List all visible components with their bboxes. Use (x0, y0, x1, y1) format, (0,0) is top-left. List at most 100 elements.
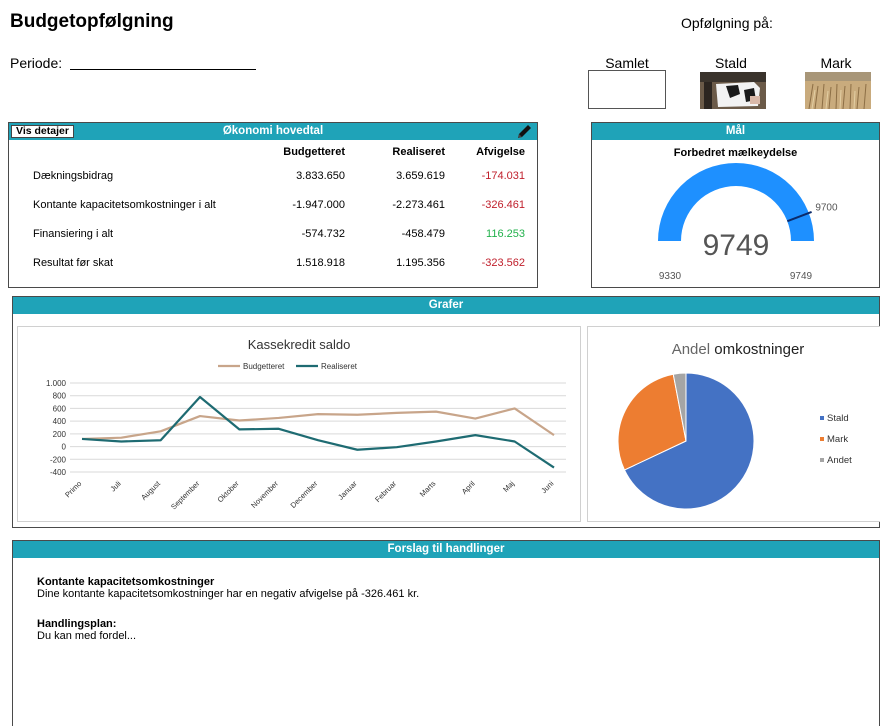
y-tick-label: 400 (53, 417, 67, 426)
pie-chart-title: Andel omkostninger (672, 341, 805, 358)
cow-photo-icon (700, 72, 766, 109)
table-header-real: Realiseret (392, 145, 445, 158)
x-tick-label: Februar (373, 479, 398, 504)
x-tick-label: Marts (418, 479, 438, 499)
y-tick-label: 200 (53, 430, 67, 439)
pie-chart-box: Andel omkostninger Stald Mark Andet (587, 326, 880, 522)
x-tick-label: Oktober (216, 479, 242, 505)
line-chart-title: Kassekredit saldo (248, 337, 351, 352)
table-header-empty (19, 142, 259, 161)
y-tick-label: 1.000 (46, 379, 67, 388)
legend-label: Budgetteret (243, 362, 285, 371)
row-afv: 116.253 (486, 227, 525, 240)
y-tick-label: -200 (50, 455, 67, 464)
row-budget: 3.833.650 (296, 169, 345, 182)
row-real: 1.195.356 (396, 256, 445, 269)
y-tick-label: 600 (53, 404, 67, 413)
okonomi-header: Økonomi hovedtal (9, 123, 537, 140)
x-tick-label: Juni (539, 479, 555, 495)
maal-subtitle: Forbedret mælkeydelse (673, 147, 798, 159)
row-afv: -174.031 (481, 169, 525, 182)
legend-swatch (820, 437, 824, 441)
y-tick-label: -400 (50, 468, 67, 477)
gauge-target-label: 9700 (815, 202, 838, 213)
periode-label: Periode: (10, 55, 63, 71)
opfoelgning-label: Opfølgning på: (681, 15, 773, 31)
grafer-header: Grafer (13, 297, 879, 314)
row-budget: -1.947.000 (292, 198, 345, 211)
row-budget: -574.732 (301, 227, 345, 240)
x-tick-label: November (249, 479, 280, 510)
x-tick-label: December (289, 479, 320, 510)
table-row: Finansiering i alt -574.732 -458.479 116… (19, 219, 539, 248)
forslag-text-2: Du kan med fordel... (37, 629, 137, 642)
option-mark-button[interactable] (805, 72, 871, 109)
series-line-budgetteret (81, 407, 555, 441)
table-header-afv: Afvigelse (476, 145, 525, 158)
row-label: Dækningsbidrag (33, 169, 114, 182)
table-header-budget: Budgetteret (283, 145, 345, 158)
maal-gauge: 9749 9330 9749 9700 (658, 163, 838, 282)
periode-input-line[interactable] (70, 69, 256, 70)
legend-label: Stald (827, 413, 849, 424)
option-stald-button[interactable] (700, 72, 766, 109)
row-real: 3.659.619 (396, 169, 445, 182)
line-chart-x-axis: Primo Juli August September Oktober November D… (63, 478, 555, 511)
row-afv: -323.562 (481, 256, 525, 269)
field-photo-icon (805, 72, 871, 109)
okonomi-table: Budgetteret Realiseret Afvigelse Dækning… (19, 142, 539, 277)
forslag-heading-2: Handlingsplan: (37, 618, 117, 630)
x-tick-label: Januar (336, 479, 359, 502)
row-label: Resultat før skat (33, 256, 114, 269)
forslag-body: Kontante kapacitetsomkostninger Dine kon… (37, 576, 420, 642)
forslag-heading-1: Kontante kapacitetsomkostninger (37, 576, 215, 588)
row-real: -458.479 (401, 227, 445, 240)
option-stald-label: Stald (715, 55, 747, 71)
legend-label: Realiseret (321, 362, 358, 371)
line-chart-grid (70, 382, 566, 473)
row-budget: 1.518.918 (296, 256, 345, 269)
gauge-max-label: 9749 (790, 271, 813, 282)
legend-swatch (820, 458, 824, 462)
y-tick-label: 800 (53, 392, 67, 401)
option-samlet-label: Samlet (605, 55, 649, 71)
pie-chart-slices (617, 372, 755, 510)
row-label: Finansiering i alt (33, 227, 114, 240)
line-chart-series (81, 395, 555, 469)
x-tick-label: Maj (501, 479, 516, 494)
y-tick-label: 0 (62, 443, 67, 452)
table-row: Dækningsbidrag 3.833.650 3.659.619 -174.… (19, 161, 539, 190)
row-real: -2.273.461 (392, 198, 445, 211)
pie-chart-legend: Stald Mark Andet (820, 413, 852, 466)
x-tick-label: Primo (63, 479, 83, 499)
x-tick-label: August (139, 478, 163, 502)
pie-chart: Andel omkostninger Stald Mark Andet (617, 341, 852, 510)
okonomi-title: Økonomi hovedtal (222, 125, 324, 137)
option-mark-label: Mark (820, 55, 852, 71)
line-chart-box: Kassekredit saldo Budgetteret Realiseret … (17, 326, 581, 522)
line-chart: Kassekredit saldo Budgetteret Realiseret … (46, 337, 566, 511)
gauge-value: 9749 (703, 229, 770, 262)
legend-label: Mark (827, 434, 848, 445)
pie-title-part1: Andel (672, 341, 710, 358)
vis-detaljer-button[interactable]: Vis detajer (11, 125, 74, 138)
table-header-row: Budgetteret Realiseret Afvigelse (19, 142, 539, 161)
x-tick-label: April (460, 479, 477, 496)
forslag-panel: Forslag til handlinger Kontante kapacite… (12, 540, 880, 726)
line-chart-y-axis: 1.000 800 600 400 200 0 -200 -400 (46, 379, 67, 477)
table-row: Kontante kapacitetsomkostninger i alt -1… (19, 190, 539, 219)
maal-header: Mål (592, 123, 879, 140)
grafer-panel: Grafer Kassekredit saldo Budgetteret Real… (12, 296, 880, 528)
gauge-min-label: 9330 (659, 271, 682, 282)
legend-swatch (820, 416, 824, 420)
x-tick-label: September (169, 479, 202, 512)
maal-panel: Mål Forbedret mælkeydelse 9749 9330 9749… (591, 122, 880, 288)
row-afv: -326.461 (481, 198, 525, 211)
line-chart-legend: Budgetteret Realiseret (218, 362, 358, 371)
table-row: Resultat før skat 1.518.918 1.195.356 -3… (19, 248, 539, 277)
forslag-text-1: Dine kontante kapacitetsomkostninger har… (37, 587, 420, 600)
option-samlet-button[interactable] (588, 70, 666, 109)
pencil-icon[interactable] (515, 123, 533, 141)
row-label: Kontante kapacitetsomkostninger i alt (33, 198, 216, 211)
okonomi-panel: Økonomi hovedtal Vis detajer Budgetteret… (8, 122, 538, 288)
